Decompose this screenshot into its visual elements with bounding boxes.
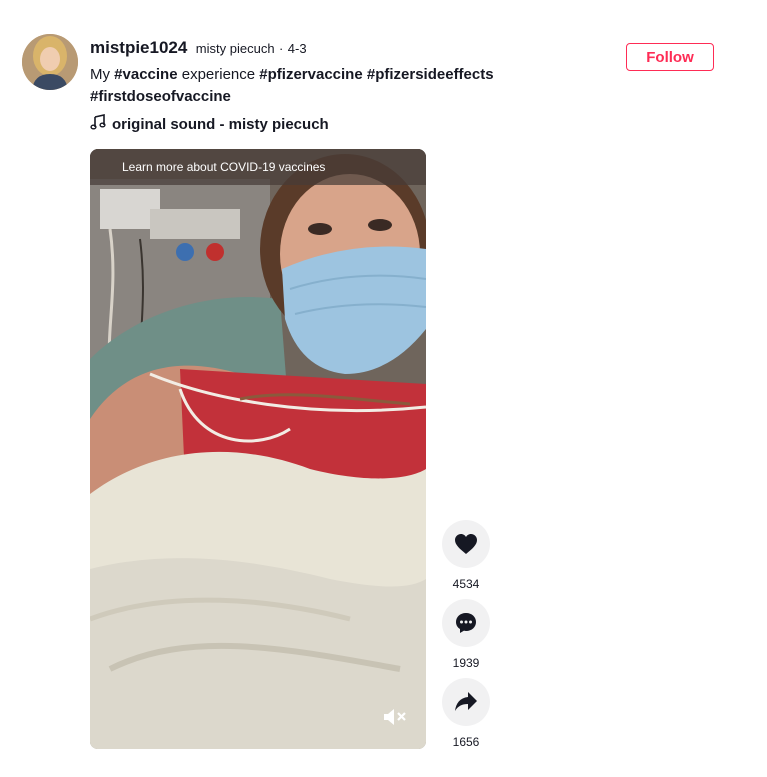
follow-button[interactable]: Follow [626, 43, 714, 71]
covid-info-banner[interactable]: Learn more about COVID-19 vaccines [90, 149, 426, 185]
music-note-icon [90, 114, 106, 134]
share-button[interactable] [442, 678, 490, 726]
hashtag-link[interactable]: #firstdoseofvaccine [90, 88, 231, 105]
post-date: 4-3 [287, 41, 307, 56]
nickname: misty piecuch [195, 41, 275, 56]
like-button[interactable] [442, 520, 490, 568]
caption: My #vaccine experience #pfizervaccine #p… [90, 64, 530, 108]
separator: · [279, 41, 284, 56]
caption-text: My [90, 66, 110, 83]
comment-count: 1939 [452, 656, 480, 670]
hashtag-link[interactable]: #pfizervaccine [259, 66, 362, 83]
hashtag-link[interactable]: #vaccine [114, 66, 177, 83]
video-frame [90, 149, 426, 749]
comment-action: 1939 [442, 599, 490, 670]
comment-button[interactable] [442, 599, 490, 647]
share-action: 1656 [442, 678, 490, 749]
comment-icon [456, 613, 476, 633]
heart-icon [455, 534, 477, 554]
caption-text: experience [181, 66, 256, 83]
like-count: 4534 [452, 577, 480, 591]
share-count: 1656 [452, 735, 480, 749]
video-player[interactable]: Learn more about COVID-19 vaccines [90, 149, 426, 749]
hashtag-link[interactable]: #pfizersideeffects [367, 66, 494, 83]
like-action: 4534 [442, 520, 490, 591]
avatar[interactable] [22, 34, 78, 90]
muted-speaker-icon [384, 709, 406, 725]
sound-link[interactable]: original sound - misty piecuch [90, 114, 329, 134]
sound-label: original sound - misty piecuch [112, 115, 329, 133]
mute-button[interactable] [382, 707, 408, 727]
share-icon [455, 692, 477, 711]
username[interactable]: mistpie1024 [90, 38, 187, 57]
post-header: mistpie1024 misty piecuch · 4-3 [90, 38, 307, 58]
